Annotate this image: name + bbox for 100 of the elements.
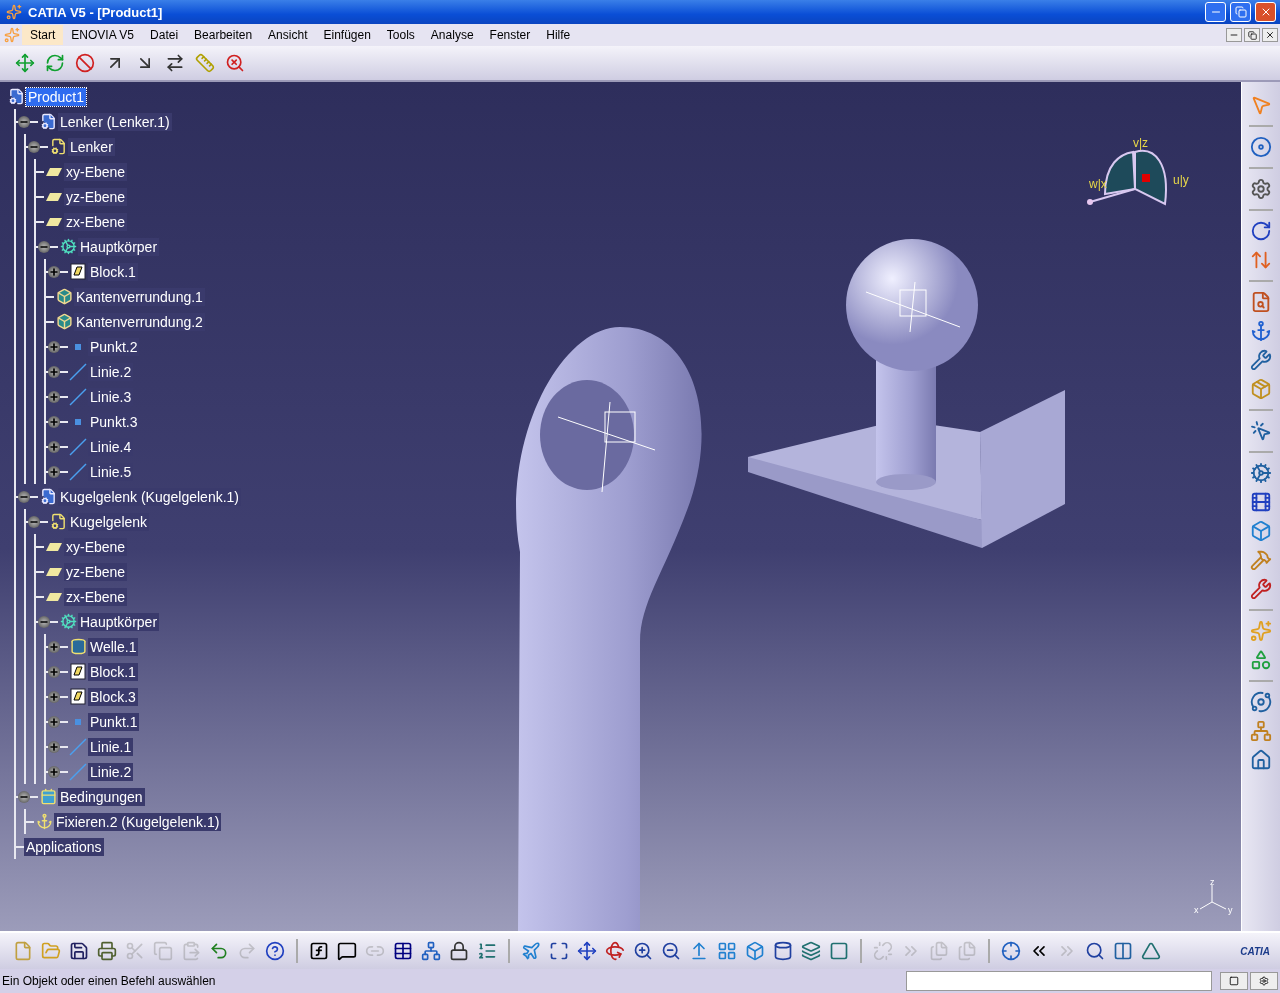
menu-item[interactable]: Bearbeiten (186, 25, 261, 45)
axis-label: y (1228, 905, 1233, 915)
plus-icon (49, 716, 59, 727)
tree-item[interactable]: Lenker (68, 137, 115, 156)
menu-item[interactable]: Einfügen (315, 25, 379, 45)
collapse-toggle[interactable] (18, 790, 30, 803)
menu-item[interactable]: ENOVIA V5 (63, 25, 143, 45)
tree-item[interactable]: Hauptkörper (78, 612, 160, 631)
tree-item[interactable]: Kantenverrundung.1 (74, 287, 205, 306)
tree-item[interactable]: yz-Ebene (64, 562, 128, 581)
expand-toggle[interactable] (48, 740, 60, 753)
menu-item[interactable]: Hilfe (538, 25, 579, 45)
close-button[interactable] (1262, 28, 1278, 42)
tree-item[interactable]: Block.1 (88, 262, 138, 281)
collapse-toggle[interactable] (38, 240, 50, 253)
command-input-field[interactable] (906, 971, 1212, 991)
collapse-toggle[interactable] (28, 140, 40, 153)
plus-icon (49, 641, 59, 652)
block-icon (70, 688, 86, 705)
plus-icon (49, 441, 59, 452)
expand-toggle[interactable] (48, 390, 60, 403)
body-icon (59, 613, 77, 630)
tree-item[interactable]: Bedingungen (58, 787, 145, 806)
tree-item[interactable]: xy-Ebene (64, 537, 128, 556)
part-icon (49, 513, 67, 530)
tree-item[interactable]: Linie.1 (88, 737, 134, 756)
expand-toggle[interactable] (48, 690, 60, 703)
network-icon[interactable] (1248, 718, 1274, 744)
tree-item[interactable]: Product1 (26, 87, 87, 106)
expand-toggle[interactable] (48, 340, 60, 353)
status-text: Ein Objekt oder einen Befehl auswählen (2, 974, 217, 988)
wrench-icon[interactable] (1248, 347, 1274, 373)
line-icon (69, 362, 87, 381)
collapse-toggle[interactable] (38, 615, 50, 628)
expand-toggle[interactable] (48, 640, 60, 653)
line-icon (69, 437, 87, 456)
tree-item[interactable]: Kantenverrundung.2 (74, 312, 205, 331)
plus-icon (49, 666, 59, 677)
tree-item[interactable]: Applications (24, 837, 104, 856)
expand-toggle[interactable] (48, 365, 60, 378)
tree-item[interactable]: Lenker (Lenker.1) (58, 112, 172, 131)
tree-item[interactable]: Fixieren.2 (Kugelgelenk.1) (54, 812, 222, 831)
menu-item[interactable]: Analyse (422, 25, 482, 45)
expand-toggle[interactable] (48, 765, 60, 778)
plus-icon (49, 391, 59, 402)
disc-icon[interactable] (1248, 134, 1274, 160)
tree-item[interactable]: yz-Ebene (64, 187, 128, 206)
collapse-toggle[interactable] (18, 490, 30, 503)
line-icon (69, 762, 87, 781)
app-icon (5, 3, 23, 21)
tree-item[interactable]: xy-Ebene (64, 162, 128, 181)
fillet-icon (55, 288, 73, 305)
tree-item[interactable]: Block.1 (88, 662, 138, 681)
gear-icon[interactable] (1248, 460, 1274, 486)
point-icon (75, 418, 81, 425)
wrench-icon[interactable] (1248, 576, 1274, 602)
plane-icon (46, 592, 62, 601)
point-icon (75, 718, 81, 725)
restore-button[interactable] (1244, 28, 1260, 42)
tree-item[interactable]: Punkt.2 (88, 337, 140, 356)
body-icon (59, 238, 77, 255)
menu-item[interactable]: Start (22, 25, 64, 45)
expand-toggle[interactable] (48, 465, 60, 478)
compass-label: v|z (1133, 136, 1149, 150)
expand-toggle[interactable] (48, 440, 60, 453)
close-icon (1265, 30, 1275, 40)
block-icon (70, 663, 86, 680)
restore-icon (1247, 30, 1257, 40)
window-button[interactable] (1220, 972, 1248, 990)
settings-button[interactable] (1250, 972, 1278, 990)
collapse-toggle[interactable] (18, 115, 30, 128)
collapse-toggle[interactable] (28, 515, 40, 528)
tree-item[interactable]: Kugelgelenk (68, 512, 150, 531)
tree-item[interactable]: Block.3 (88, 687, 138, 706)
tree-item[interactable]: zx-Ebene (64, 587, 128, 606)
restore-icon (1234, 6, 1247, 18)
expand-toggle[interactable] (48, 415, 60, 428)
tree-item[interactable]: Linie.2 (88, 362, 134, 381)
tree-item[interactable]: Linie.2 (88, 762, 134, 781)
tree-item[interactable]: Hauptkörper (78, 237, 160, 256)
spiral-icon[interactable] (1248, 689, 1274, 715)
expand-toggle[interactable] (48, 665, 60, 678)
menu-item[interactable]: Fenster (481, 25, 539, 45)
tree-item[interactable]: Welle.1 (88, 637, 139, 656)
compass-label: u|y (1173, 173, 1189, 187)
instance-icon (39, 113, 57, 130)
menu-item[interactable]: Datei (142, 25, 187, 45)
tree-item[interactable]: zx-Ebene (64, 212, 128, 231)
logo: CATIA (1240, 945, 1270, 957)
menu-item[interactable]: Ansicht (260, 25, 316, 45)
plus-icon (49, 691, 59, 702)
menu-item[interactable]: Tools (378, 25, 423, 45)
tree-item[interactable]: Punkt.1 (88, 712, 140, 731)
minimize-button[interactable] (1226, 28, 1242, 42)
plane-icon (46, 567, 62, 576)
fix-icon (35, 813, 53, 830)
expand-toggle[interactable] (48, 715, 60, 728)
plus-icon (49, 741, 59, 752)
expand-toggle[interactable] (48, 265, 60, 278)
square-icon (1229, 976, 1239, 986)
